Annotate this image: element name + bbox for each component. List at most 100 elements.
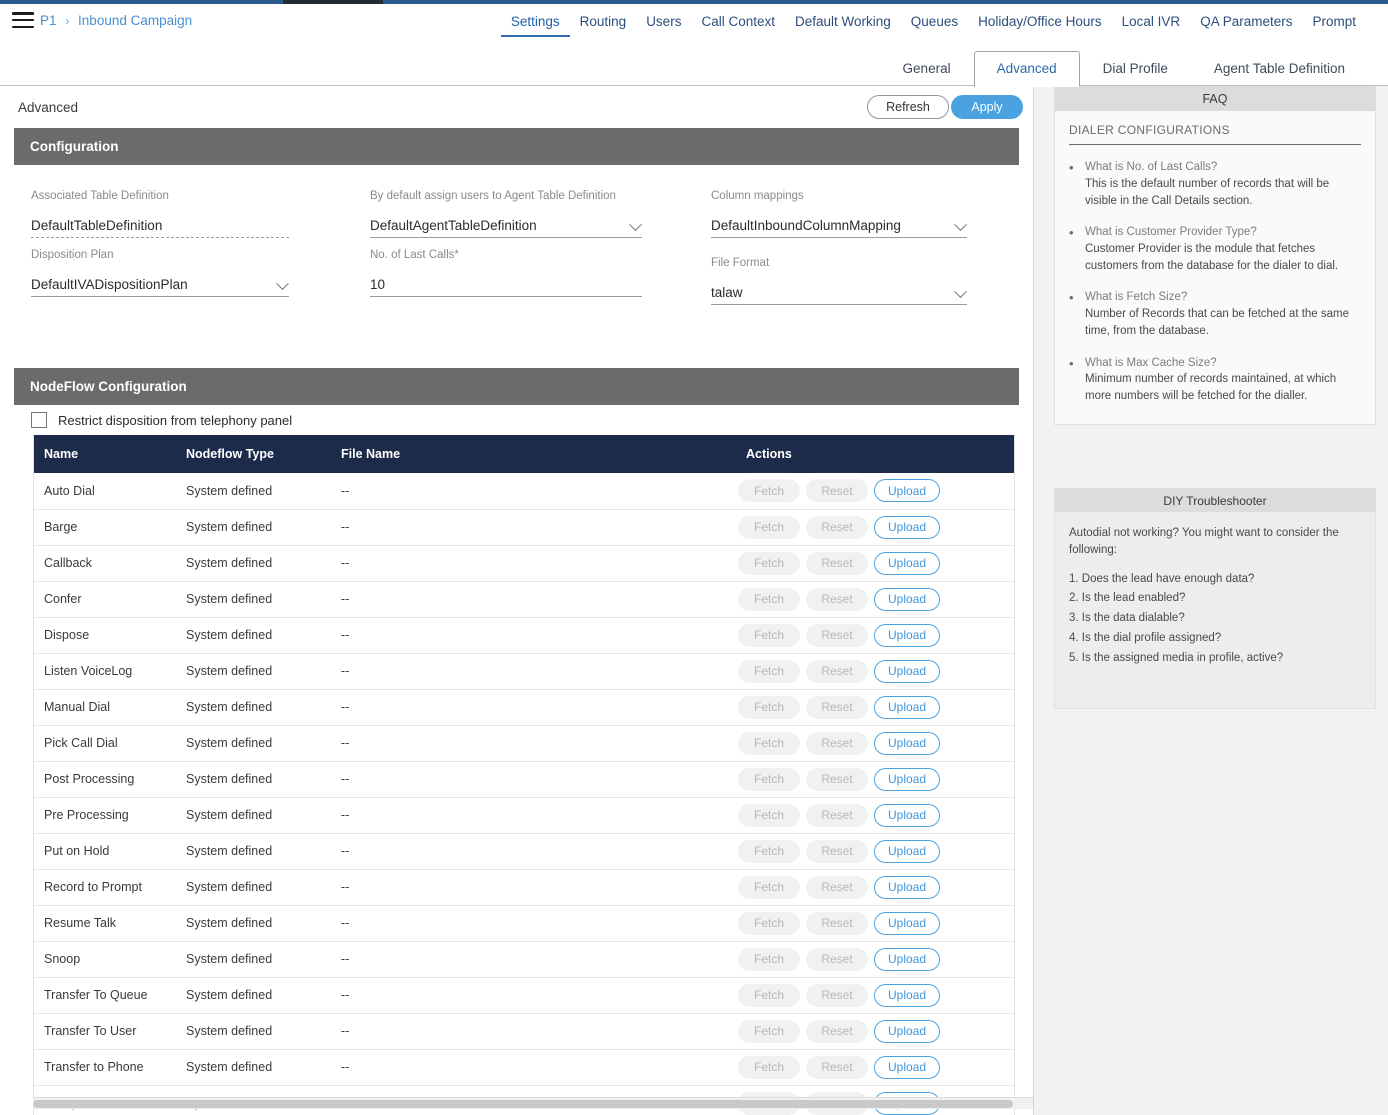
restrict-disposition-checkbox-row[interactable]: Restrict disposition from telephony pane… (31, 412, 292, 428)
reset-button[interactable]: Reset (806, 803, 868, 827)
field-associated-table-definition: Associated Table Definition DefaultTable… (31, 190, 289, 238)
nav-item-qa-parameters[interactable]: QA Parameters (1190, 14, 1302, 35)
hamburger-menu-icon[interactable] (12, 12, 34, 29)
upload-button[interactable]: Upload (874, 479, 940, 503)
upload-button[interactable]: Upload (874, 947, 940, 971)
upload-button[interactable]: Upload (874, 551, 940, 575)
table-row: Confer System defined -- Fetch Reset Upload (34, 581, 1014, 618)
reset-button[interactable]: Reset (806, 551, 868, 575)
nav-item-users[interactable]: Users (636, 14, 691, 35)
column-header-name[interactable]: Name (34, 435, 176, 473)
cell-name: Record to Prompt (34, 869, 176, 906)
tab-general[interactable]: General (880, 51, 974, 87)
diy-step: 4. Is the dial profile assigned? (1069, 631, 1222, 644)
reset-button[interactable]: Reset (806, 695, 868, 719)
reset-button[interactable]: Reset (806, 767, 868, 791)
restrict-disposition-checkbox[interactable] (31, 412, 47, 428)
column-mappings-select[interactable]: DefaultInboundColumnMapping (711, 213, 967, 238)
cell-file-name: -- (331, 941, 736, 978)
fetch-button[interactable]: Fetch (738, 659, 800, 683)
faq-question: What is Max Cache Size? (1085, 356, 1217, 369)
fetch-button[interactable]: Fetch (738, 911, 800, 935)
cell-file-name: -- (331, 1049, 736, 1086)
reset-button[interactable]: Reset (806, 1019, 868, 1043)
column-header-type[interactable]: Nodeflow Type (176, 435, 331, 473)
nav-item-routing[interactable]: Routing (570, 14, 637, 35)
nav-item-settings[interactable]: Settings (500, 14, 570, 37)
upload-button[interactable]: Upload (874, 515, 940, 539)
fetch-button[interactable]: Fetch (738, 479, 800, 503)
upload-button[interactable]: Upload (874, 875, 940, 899)
cell-file-name: -- (331, 509, 736, 546)
reset-button[interactable]: Reset (806, 1055, 868, 1079)
fetch-button[interactable]: Fetch (738, 839, 800, 863)
fetch-button[interactable]: Fetch (738, 731, 800, 755)
upload-button[interactable]: Upload (874, 911, 940, 935)
breadcrumb-current[interactable]: Inbound Campaign (78, 13, 192, 28)
column-header-file[interactable]: File Name (331, 435, 736, 473)
disposition-plan-select[interactable]: DefaultIVADispositionPlan (31, 272, 289, 297)
file-format-select[interactable]: talaw (711, 280, 967, 305)
chevron-down-icon (276, 277, 289, 291)
nav-item-default-working[interactable]: Default Working (785, 14, 901, 35)
upload-button[interactable]: Upload (874, 587, 940, 611)
faq-item: • What is Max Cache Size? Minimum number o… (1069, 355, 1361, 406)
fetch-button[interactable]: Fetch (738, 587, 800, 611)
upload-button[interactable]: Upload (874, 623, 940, 647)
table-row: Callback System defined -- Fetch Reset Upload (34, 545, 1014, 582)
reset-button[interactable]: Reset (806, 983, 868, 1007)
reset-button[interactable]: Reset (806, 731, 868, 755)
reset-button[interactable]: Reset (806, 515, 868, 539)
fetch-button[interactable]: Fetch (738, 551, 800, 575)
upload-button[interactable]: Upload (874, 1055, 940, 1079)
reset-button[interactable]: Reset (806, 479, 868, 503)
reset-button[interactable]: Reset (806, 875, 868, 899)
fetch-button[interactable]: Fetch (738, 983, 800, 1007)
upload-button[interactable]: Upload (874, 695, 940, 719)
apply-button[interactable]: Apply (951, 95, 1023, 119)
nav-item-call-context[interactable]: Call Context (691, 14, 785, 35)
upload-button[interactable]: Upload (874, 731, 940, 755)
fetch-button[interactable]: Fetch (738, 947, 800, 971)
upload-button[interactable]: Upload (874, 803, 940, 827)
cell-actions: FetchResetUpload (736, 977, 1014, 1014)
nav-item-queues[interactable]: Queues (901, 14, 968, 35)
fetch-button[interactable]: Fetch (738, 515, 800, 539)
nav-item-local-ivr[interactable]: Local IVR (1112, 14, 1191, 35)
field-value: talaw (711, 284, 743, 300)
reset-button[interactable]: Reset (806, 587, 868, 611)
reset-button[interactable]: Reset (806, 947, 868, 971)
fetch-button[interactable]: Fetch (738, 623, 800, 647)
cell-actions: FetchResetUpload (736, 581, 1014, 618)
diy-step: 3. Is the data dialable? (1069, 612, 1185, 625)
upload-button[interactable]: Upload (874, 983, 940, 1007)
refresh-button[interactable]: Refresh (867, 95, 949, 119)
tab-agent-table-definition[interactable]: Agent Table Definition (1191, 51, 1368, 87)
fetch-button[interactable]: Fetch (738, 875, 800, 899)
reset-button[interactable]: Reset (806, 839, 868, 863)
fetch-button[interactable]: Fetch (738, 695, 800, 719)
reset-button[interactable]: Reset (806, 911, 868, 935)
upload-button[interactable]: Upload (874, 767, 940, 791)
no-of-last-calls-input[interactable]: 10 (370, 272, 642, 297)
breadcrumb-root[interactable]: P1 (40, 13, 57, 28)
horizontal-scrollbar[interactable] (33, 1097, 1033, 1109)
fetch-button[interactable]: Fetch (738, 1019, 800, 1043)
tab-advanced[interactable]: Advanced (973, 51, 1080, 87)
upload-button[interactable]: Upload (874, 839, 940, 863)
upload-button[interactable]: Upload (874, 1019, 940, 1043)
reset-button[interactable]: Reset (806, 659, 868, 683)
diy-troubleshooter-intro: Autodial not working? You might want to … (1069, 527, 1339, 557)
upload-button[interactable]: Upload (874, 659, 940, 683)
fetch-button[interactable]: Fetch (738, 1055, 800, 1079)
associated-table-definition-input[interactable]: DefaultTableDefinition (31, 213, 289, 238)
nav-item-holiday-office-hours[interactable]: Holiday/Office Hours (968, 14, 1112, 35)
field-label: Column mappings (711, 190, 804, 202)
horizontal-scrollbar-thumb[interactable] (33, 1100, 1013, 1108)
agent-table-definition-select[interactable]: DefaultAgentTableDefinition (370, 213, 642, 238)
reset-button[interactable]: Reset (806, 623, 868, 647)
fetch-button[interactable]: Fetch (738, 803, 800, 827)
nav-item-prompt[interactable]: Prompt (1302, 14, 1366, 35)
fetch-button[interactable]: Fetch (738, 767, 800, 791)
tab-dial-profile[interactable]: Dial Profile (1080, 51, 1191, 87)
